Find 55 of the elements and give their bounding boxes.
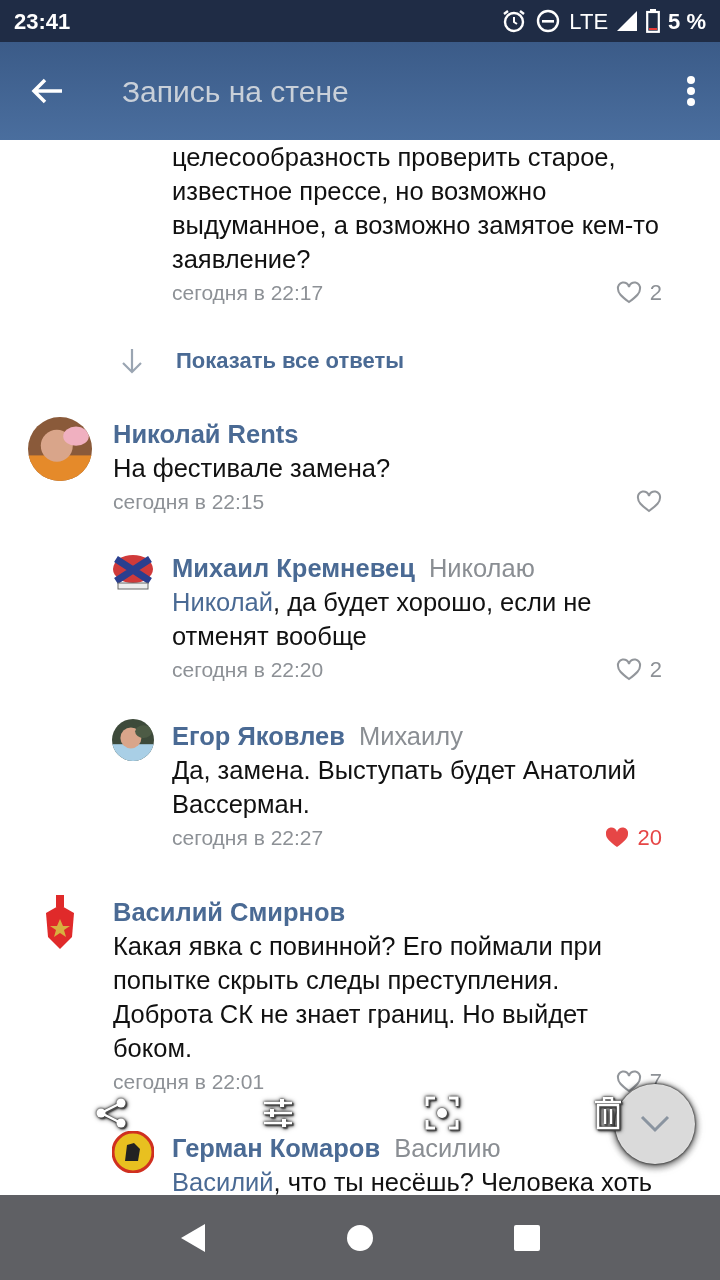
arrow-down-icon (120, 347, 144, 374)
reply-target: Михаилу (358, 722, 463, 750)
author-name[interactable]: Егор Яковлев (172, 722, 345, 750)
comment-time: сегодня в 22:27 (172, 825, 324, 851)
sliders-icon[interactable] (262, 1097, 296, 1131)
trash-icon[interactable] (594, 1097, 624, 1131)
recents-button[interactable] (513, 1224, 540, 1251)
mention-link[interactable]: Николай (172, 588, 274, 616)
heart-icon[interactable] (615, 281, 642, 305)
chevron-down-icon (640, 1115, 670, 1133)
comment-text: Николай, да будет хорошо, если не отменят вообще (172, 587, 593, 652)
like-count: 2 (649, 656, 662, 684)
scroll-down-button[interactable] (615, 1084, 695, 1164)
shield-icon (46, 895, 74, 951)
like-count: 20 (637, 824, 662, 852)
heart-icon[interactable] (636, 490, 662, 514)
comment-time: сегодня в 22:15 (113, 489, 265, 515)
heart-icon[interactable] (615, 658, 642, 682)
page-title: Запись на стене (122, 73, 350, 110)
comment-text: Да, замена. Выступать будет Анатолий Вассерман. (172, 755, 637, 820)
crop-icon[interactable] (425, 1096, 461, 1132)
battery-icon (646, 9, 661, 33)
back-nav-button[interactable] (180, 1222, 207, 1253)
heart-icon[interactable] (615, 1070, 642, 1094)
comment-time: сегодня в 22:20 (172, 657, 324, 683)
home-icon (347, 1224, 373, 1251)
home-button[interactable] (347, 1224, 373, 1251)
back-icon (30, 77, 64, 105)
back-button[interactable] (30, 77, 64, 105)
comment-text: Какая явка с повинной? Его поймали при попытке скрыть следы преступления. Доброта СК не знает границ. Но выйдет боком. (113, 931, 604, 1064)
show-replies-link[interactable]: Показать все ответы (176, 344, 405, 377)
comment-time: сегодня в 22:01 (113, 1069, 265, 1095)
comment-text: Василий, что ты несёшь? Человека хоть (172, 1167, 654, 1195)
reply-target: Василию (394, 1134, 501, 1162)
mention-link[interactable]: Василий (172, 1168, 274, 1195)
heart-icon[interactable] (603, 826, 630, 850)
emblem-icon (112, 1131, 154, 1173)
author-name[interactable]: Василий Смирнов (113, 898, 346, 926)
comment-time: сегодня в 22:17 (172, 280, 324, 306)
author-name[interactable]: Герман Комаров (172, 1134, 381, 1162)
comment-text: На фестивале замена? (113, 453, 392, 484)
recents-icon (513, 1224, 540, 1251)
reply-target: Николаю (428, 554, 535, 582)
like-count: 2 (649, 279, 662, 307)
comment-text: целесообразность проверить старое, известное прессе, но возможно выдуманное, а возможно замятое кем-то заявление? (172, 142, 660, 275)
clock-time: 23:41 (14, 7, 71, 36)
back-triangle-icon (180, 1222, 207, 1253)
network-type: LTE (569, 7, 609, 36)
signal-icon (616, 10, 639, 32)
more-button[interactable] (686, 76, 696, 106)
do-not-disturb-icon (535, 8, 562, 34)
battery-level: 5 % (668, 7, 706, 36)
more-icon (686, 76, 696, 106)
author-name[interactable]: Николай Rents (113, 420, 299, 448)
author-name[interactable]: Михаил Кремневец (172, 554, 415, 582)
